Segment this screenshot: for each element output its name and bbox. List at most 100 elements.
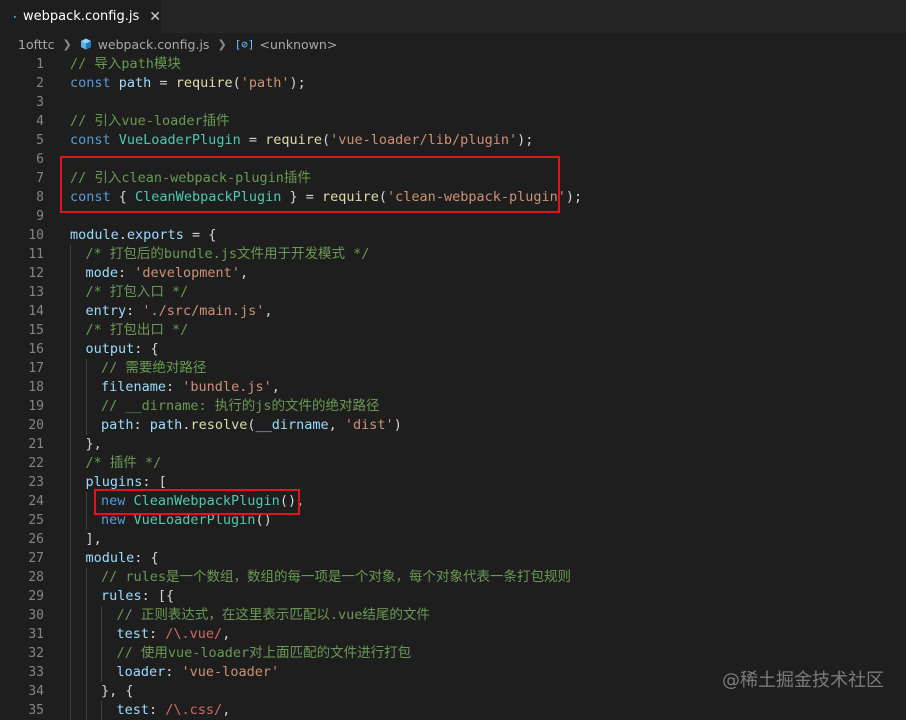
code-token: // 引入vue-loader插件	[70, 113, 230, 129]
code-token: },	[85, 436, 102, 452]
line-number: 24	[28, 494, 44, 509]
code-text: module: {	[86, 549, 159, 568]
code-token: :	[149, 702, 166, 718]
code-line[interactable]: 22 /* 插件 */	[0, 454, 906, 473]
code-token: : {	[134, 341, 159, 357]
indent-guide	[70, 587, 71, 606]
tab-bar: webpack.config.js ✕	[0, 0, 906, 33]
code-token: ,	[264, 303, 273, 319]
code-token: )	[393, 417, 402, 433]
code-line[interactable]: 31 test: /\.vue/,	[0, 625, 906, 644]
code-token: entry	[85, 303, 127, 319]
indent-guide	[70, 245, 71, 264]
code-line[interactable]: 32 // 使用vue-loader对上面匹配的文件进行打包	[0, 644, 906, 663]
code-token: :	[165, 664, 182, 680]
code-line[interactable]: 29 rules: [{	[0, 587, 906, 606]
code-line[interactable]: 10 module.exports = {	[0, 226, 906, 245]
line-number: 2	[36, 76, 44, 91]
line-number: 26	[28, 532, 44, 547]
code-token: : {	[134, 550, 159, 566]
line-number: 7	[36, 171, 44, 186]
indent-guide	[70, 663, 71, 682]
indent-guide	[85, 359, 87, 378]
indent-guide	[85, 397, 87, 416]
code-token: __dirname	[255, 417, 329, 433]
code-line[interactable]: 13 /* 打包入口 */	[0, 283, 906, 302]
code-line[interactable]: 27 module: {	[0, 549, 906, 568]
code-line[interactable]: 17 // 需要绝对路径	[0, 359, 906, 378]
code-text: path: path.resolve(__dirname, 'dist')	[101, 416, 402, 435]
code-text: }, {	[101, 682, 134, 701]
indent-guide	[85, 701, 87, 720]
code-line[interactable]: 15 /* 打包出口 */	[0, 321, 906, 340]
breadcrumb-symbol[interactable]: <unknown>	[260, 37, 338, 52]
code-token: :	[166, 379, 183, 395]
line-number: 17	[28, 361, 44, 376]
code-token: // __dirname: 执行的js的文件的绝对路径	[101, 398, 380, 414]
indent-guide	[70, 416, 71, 435]
code-line[interactable]: 3	[0, 93, 906, 112]
code-line[interactable]: 4 // 引入vue-loader插件	[0, 112, 906, 131]
line-number: 5	[36, 133, 44, 148]
line-number: 8	[36, 190, 44, 205]
line-number: 32	[28, 646, 44, 661]
code-text: /* 打包出口 */	[86, 321, 189, 340]
code-line[interactable]: 18 filename: 'bundle.js',	[0, 378, 906, 397]
code-line[interactable]: 2 const path = require('path');	[0, 74, 906, 93]
code-line[interactable]: 1 // 导入path模块	[0, 55, 906, 74]
code-line[interactable]: 35 test: /\.css/,	[0, 701, 906, 720]
indent-guide	[101, 644, 102, 663]
code-line[interactable]: 12 mode: 'development',	[0, 264, 906, 283]
code-line[interactable]: 16 output: {	[0, 340, 906, 359]
indent-guide	[85, 378, 87, 397]
code-text: filename: 'bundle.js',	[101, 378, 280, 397]
code-line[interactable]: 20 path: path.resolve(__dirname, 'dist')	[0, 416, 906, 435]
code-line[interactable]: 26],	[0, 530, 906, 549]
indent-guide	[70, 435, 71, 454]
breadcrumb-file[interactable]: webpack.config.js	[98, 37, 210, 52]
code-token: );	[289, 75, 306, 91]
breadcrumb: 1ofttc ❯ webpack.config.js ❯ [⊘] <unknow…	[0, 33, 906, 55]
line-number: 34	[28, 684, 44, 699]
code-token: (	[232, 75, 241, 91]
indent-guide	[85, 568, 87, 587]
line-number: 6	[36, 152, 44, 167]
breadcrumb-folder[interactable]: 1ofttc	[18, 37, 54, 52]
indent-guide	[70, 454, 71, 473]
code-token: mode	[85, 265, 119, 281]
code-token: ,	[222, 702, 231, 718]
indent-guide	[85, 492, 87, 511]
code-token: path	[149, 417, 183, 433]
highlight-box-import	[60, 156, 560, 213]
code-token: 'bundle.js'	[182, 379, 272, 395]
indent-guide	[70, 359, 71, 378]
indent-guide	[85, 511, 87, 530]
code-token: ,	[239, 265, 249, 281]
indent-guide	[70, 264, 71, 283]
indent-guide	[70, 701, 71, 720]
code-text: ],	[86, 530, 102, 549]
line-number: 14	[28, 304, 44, 319]
tab-label: webpack.config.js	[23, 9, 140, 24]
code-text: // 需要绝对路径	[101, 359, 206, 378]
code-token: : [	[142, 474, 167, 490]
code-token: module	[70, 227, 119, 243]
code-line[interactable]: 5 const VueLoaderPlugin = require('vue-lo…	[0, 131, 906, 150]
tab-webpack-config[interactable]: webpack.config.js ✕	[0, 0, 161, 33]
code-token: test	[116, 702, 150, 718]
code-line[interactable]: 11 /* 打包后的bundle.js文件用于开发模式 */	[0, 245, 906, 264]
code-line[interactable]: 14 entry: './src/main.js',	[0, 302, 906, 321]
code-token: filename	[101, 379, 167, 395]
close-icon[interactable]: ✕	[149, 9, 161, 25]
code-line[interactable]: 21},	[0, 435, 906, 454]
code-line[interactable]: 19 // __dirname: 执行的js的文件的绝对路径	[0, 397, 906, 416]
code-token: require	[265, 132, 322, 148]
code-text: // 正则表达式，在这里表示匹配以.vue结尾的文件	[117, 606, 430, 625]
code-line[interactable]: 30 // 正则表达式，在这里表示匹配以.vue结尾的文件	[0, 606, 906, 625]
code-token: const	[70, 132, 119, 148]
code-line[interactable]: 28 // rules是一个数组，数组的每一项是一个对象，每个对象代表一条打包规则	[0, 568, 906, 587]
code-editor[interactable]: 1// 导入path模块 2 const path = require('path'…	[0, 55, 906, 720]
code-token: );	[517, 132, 534, 148]
code-token: path	[118, 75, 152, 91]
indent-guide	[85, 663, 87, 682]
